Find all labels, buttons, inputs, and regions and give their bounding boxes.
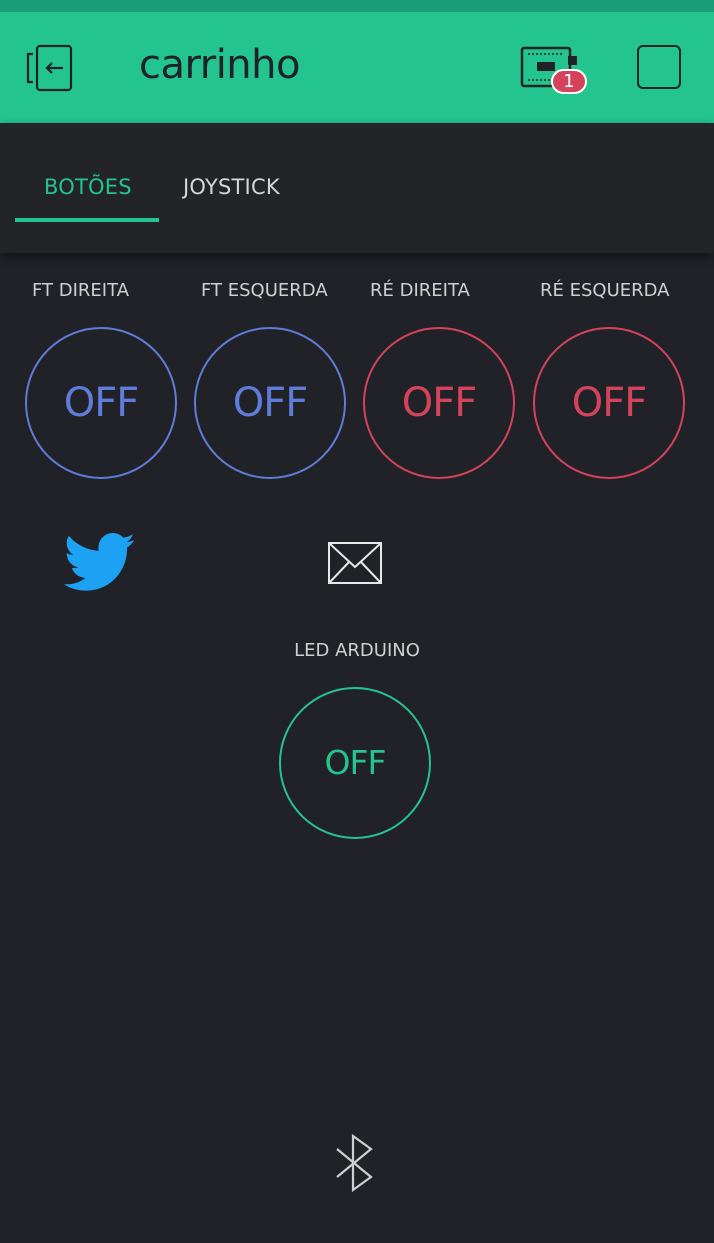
- label-ft-esquerda: FT ESQUERDA: [201, 280, 328, 301]
- stop-button[interactable]: [637, 45, 681, 89]
- app-bar: carrinho: [0, 12, 714, 123]
- button-ft-esquerda[interactable]: OFF: [194, 327, 346, 479]
- tab-botoes[interactable]: BOTÕES: [44, 175, 132, 199]
- button-re-esquerda[interactable]: OFF: [533, 327, 685, 479]
- label-re-esquerda: RÉ ESQUERDA: [540, 280, 670, 301]
- active-tab-indicator: [15, 218, 159, 222]
- exit-icon[interactable]: [25, 44, 77, 92]
- bluetooth-icon[interactable]: [334, 1133, 376, 1193]
- project-title: carrinho: [139, 42, 300, 88]
- label-re-direita: RÉ DIREITA: [370, 280, 470, 301]
- email-icon[interactable]: [327, 540, 383, 586]
- button-led-arduino[interactable]: OFF: [279, 687, 431, 839]
- status-bar: [0, 0, 714, 12]
- tab-joystick[interactable]: JOYSTICK: [183, 175, 280, 199]
- label-led-arduino: LED ARDUINO: [294, 640, 420, 661]
- label-ft-direita: FT DIREITA: [32, 280, 130, 301]
- device-count-badge: 1: [551, 69, 587, 94]
- button-re-direita[interactable]: OFF: [363, 327, 515, 479]
- twitter-icon[interactable]: [64, 532, 136, 594]
- tab-bar: BOTÕES JOYSTICK: [0, 123, 714, 253]
- button-ft-direita[interactable]: OFF: [25, 327, 177, 479]
